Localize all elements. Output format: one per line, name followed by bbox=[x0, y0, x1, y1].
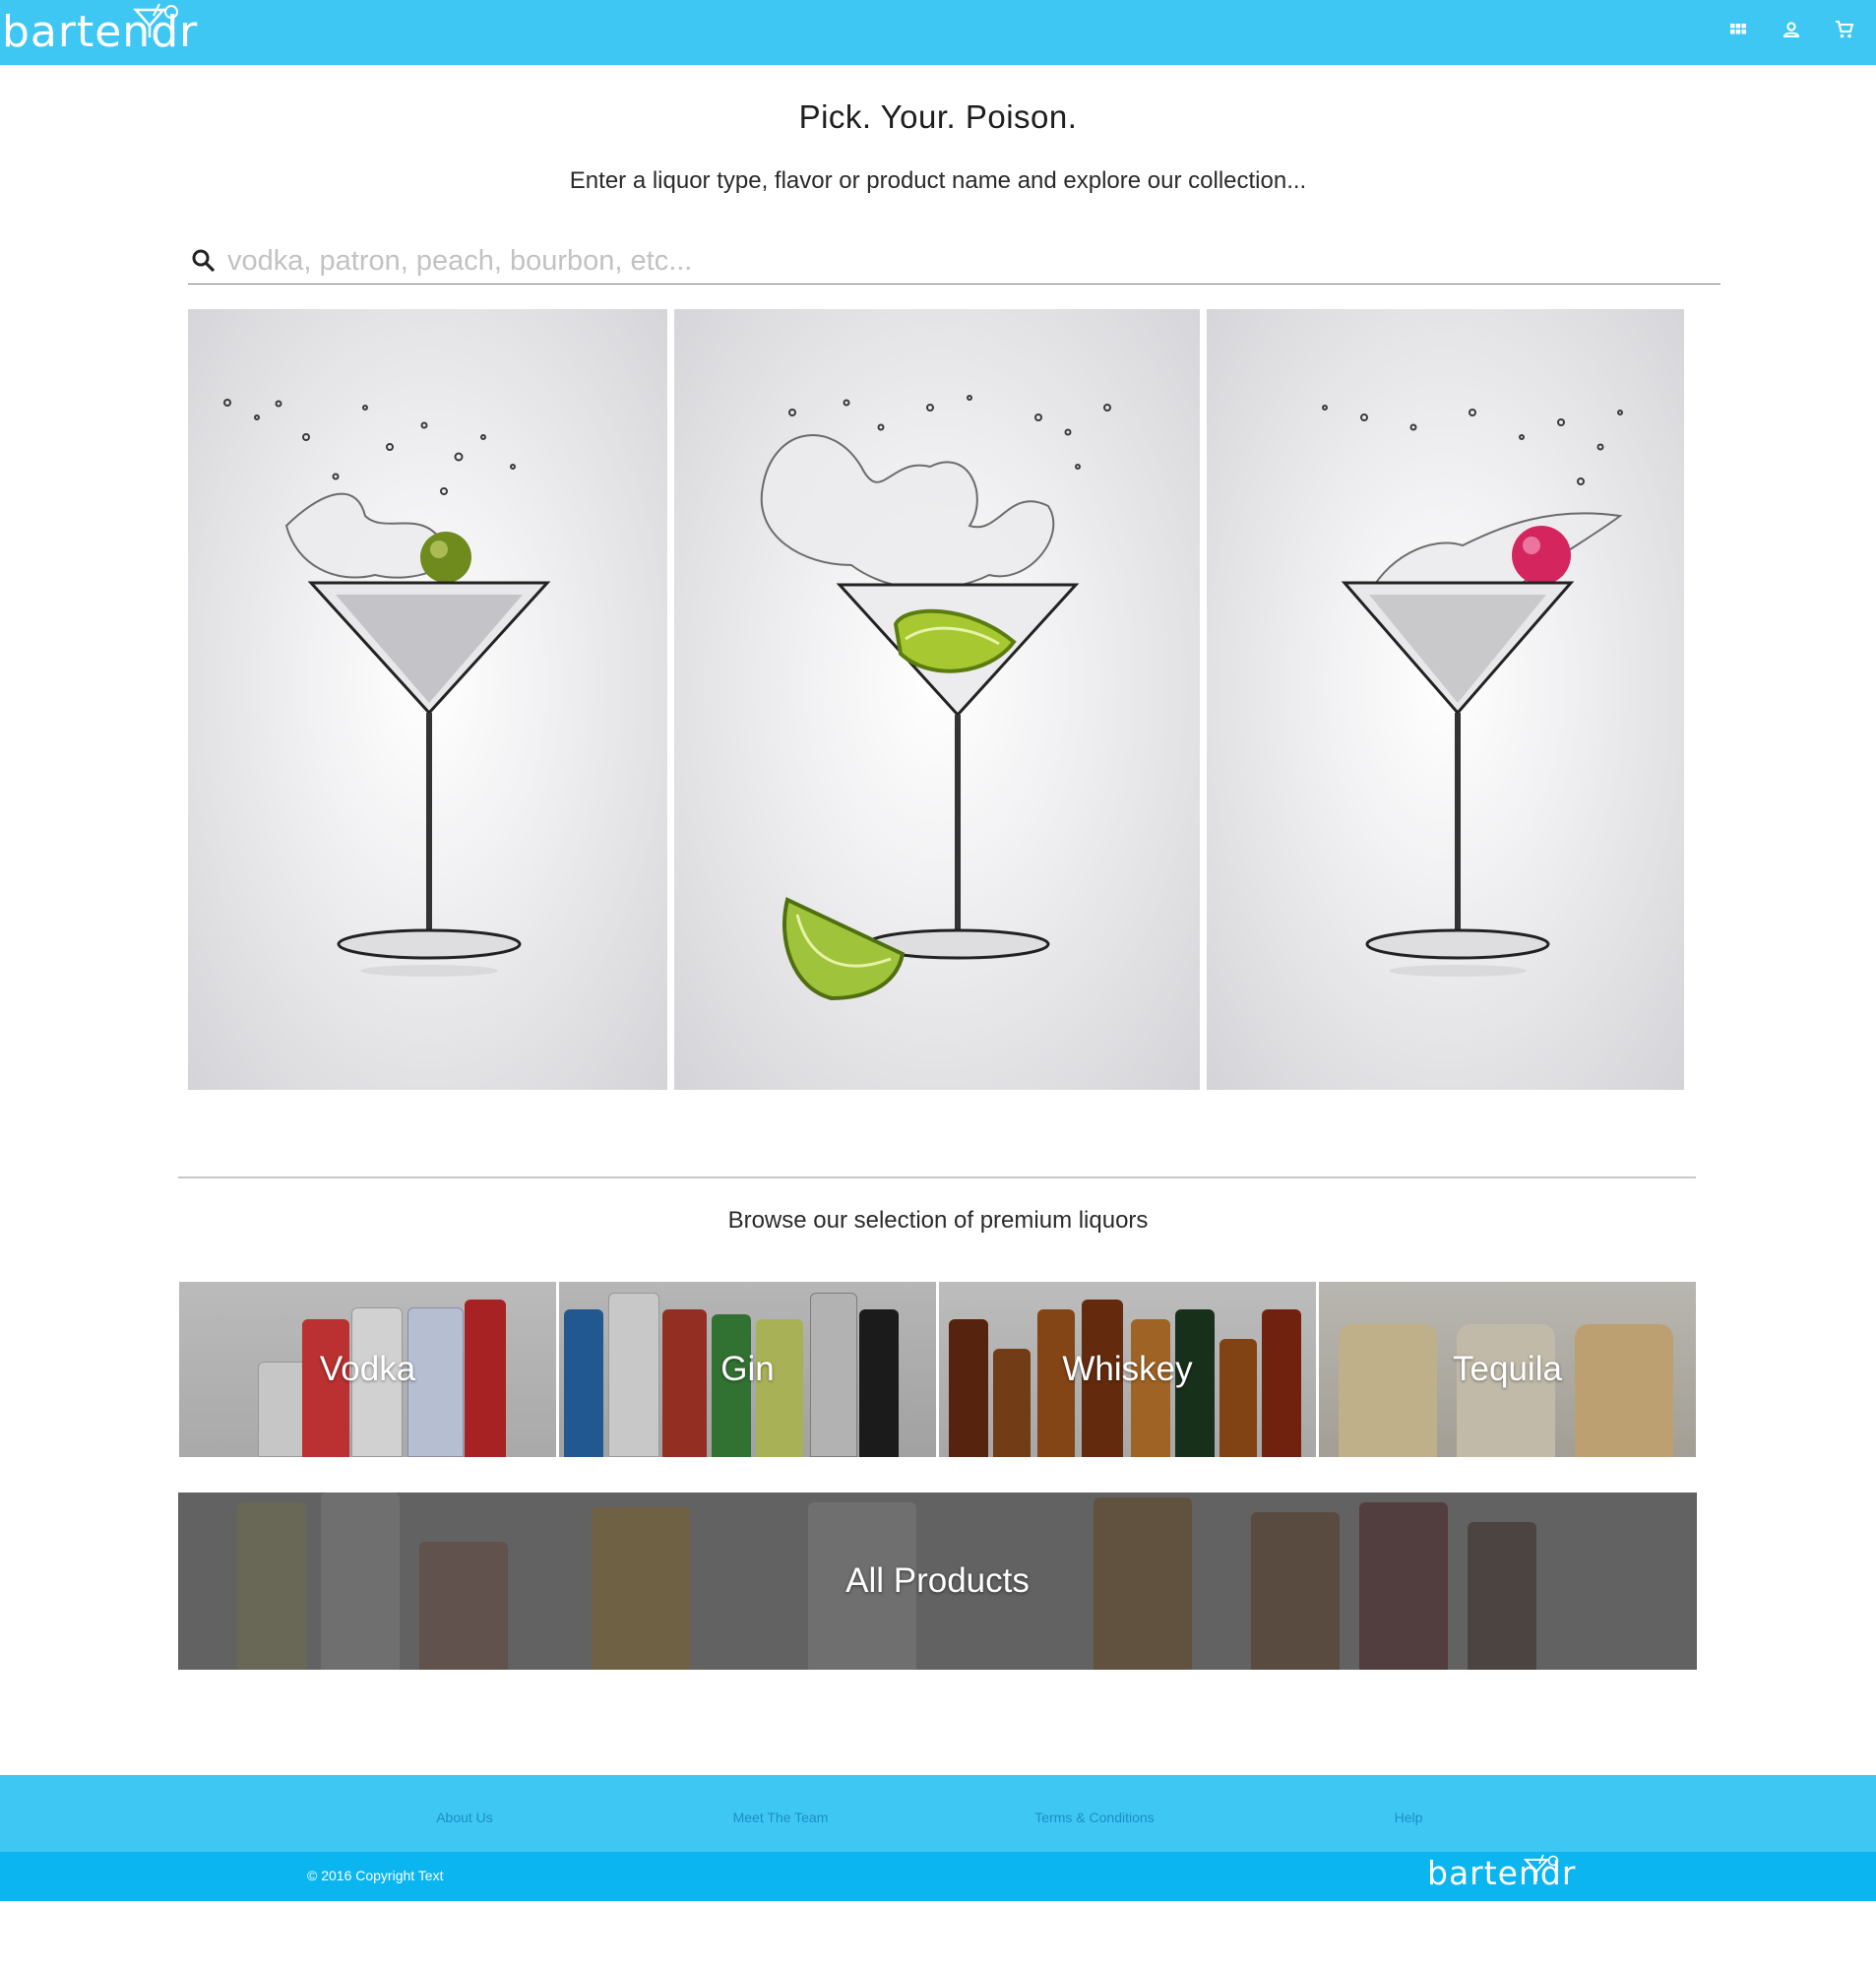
footer-links-bar bbox=[0, 1775, 1876, 1852]
footer-bottom-bar bbox=[0, 1852, 1876, 1901]
all-products-banner[interactable]: All Products bbox=[178, 1493, 1697, 1670]
cocktail-glass-logo-icon bbox=[1523, 1854, 1559, 1881]
page: bartendr Pick. Your. Poison. Enter a liq… bbox=[0, 0, 1876, 1969]
copyright-text: © 2016 Copyright Text bbox=[307, 1868, 444, 1883]
category-tile-tequila[interactable]: Tequila bbox=[1319, 1282, 1696, 1457]
browse-heading: Browse our selection of premium liquors bbox=[727, 1207, 1149, 1234]
footer-link-help[interactable]: Help bbox=[1300, 1810, 1517, 1825]
category-tile-whiskey[interactable]: Whiskey bbox=[939, 1282, 1316, 1457]
apps-grid-icon[interactable] bbox=[1728, 20, 1748, 39]
footer-link-meet-the-team[interactable]: Meet The Team bbox=[672, 1810, 889, 1825]
cart-icon[interactable] bbox=[1835, 20, 1854, 39]
category-label: Gin bbox=[720, 1350, 775, 1388]
footer-link-terms[interactable]: Terms & Conditions bbox=[986, 1810, 1203, 1825]
page-title: Pick. Your. Poison. bbox=[798, 98, 1078, 135]
bartendr-logo[interactable]: bartendr bbox=[2, 3, 198, 61]
search-bar bbox=[188, 240, 1720, 285]
category-label: Whiskey bbox=[1062, 1350, 1193, 1388]
category-label: Tequila bbox=[1453, 1350, 1562, 1388]
search-input[interactable] bbox=[225, 240, 1706, 282]
header-actions bbox=[1728, 20, 1854, 39]
footer-logo: bartendr bbox=[1427, 1854, 1576, 1892]
category-label: Vodka bbox=[319, 1350, 416, 1388]
category-tile-vodka[interactable]: Vodka bbox=[179, 1282, 556, 1457]
top-app-bar: bartendr bbox=[0, 0, 1876, 65]
martini-lime-image bbox=[674, 309, 1200, 1090]
section-divider bbox=[178, 1176, 1696, 1178]
page-subtitle: Enter a liquor type, flavor or product n… bbox=[569, 167, 1307, 194]
footer-link-about-us[interactable]: About Us bbox=[356, 1810, 573, 1825]
search-icon bbox=[192, 249, 216, 273]
all-products-label: All Products bbox=[845, 1561, 1030, 1600]
martini-olive-image bbox=[188, 309, 667, 1090]
category-tile-gin[interactable]: Gin bbox=[559, 1282, 936, 1457]
martini-cherry-image bbox=[1207, 309, 1684, 1090]
account-icon[interactable] bbox=[1782, 20, 1801, 39]
cocktail-glass-logo-icon bbox=[133, 3, 178, 37]
